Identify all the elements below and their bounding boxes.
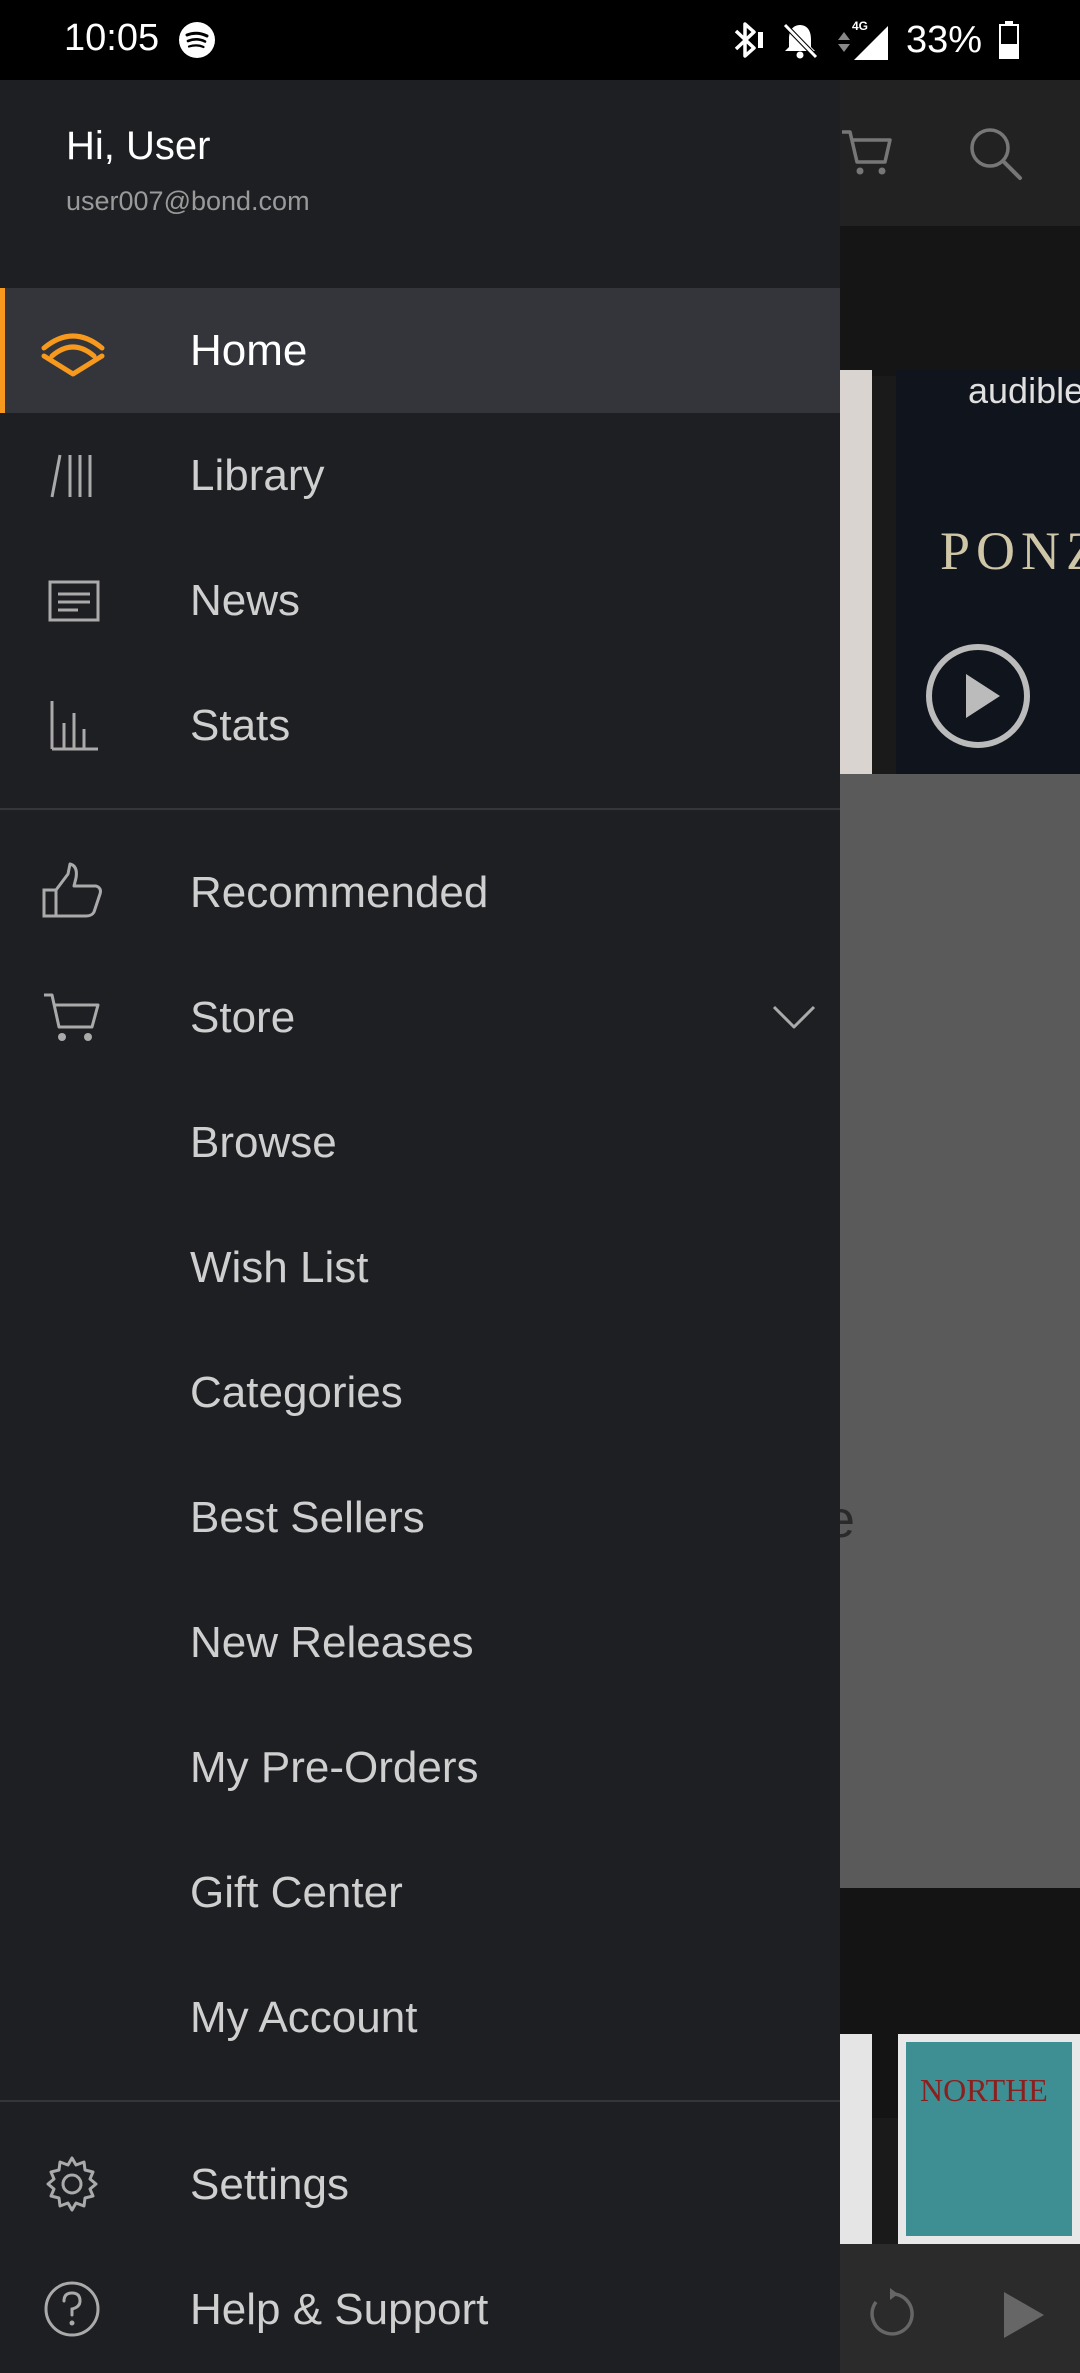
- nav-item-library[interactable]: Library: [0, 413, 840, 538]
- nav-item-label: Recommended: [190, 868, 489, 917]
- bell-off-icon: [783, 23, 818, 59]
- help-icon: [44, 2281, 100, 2337]
- nav-item-label: Settings: [190, 2160, 349, 2209]
- nav-item-pre-orders[interactable]: My Pre-Orders: [0, 1705, 840, 1830]
- status-time: 10:05: [64, 17, 160, 59]
- network-label: 4G: [852, 19, 868, 33]
- nav-item-label: Store: [190, 993, 296, 1042]
- nav-item-label: Wish List: [190, 1243, 369, 1292]
- nav-item-label: My Pre-Orders: [190, 1743, 479, 1792]
- nav-item-my-account[interactable]: My Account: [0, 1955, 840, 2080]
- book-cover-ponzi[interactable]: audible PONZI: [896, 370, 1080, 774]
- cart-icon[interactable]: [838, 124, 894, 180]
- cart-icon: [44, 993, 100, 1041]
- book-title: PONZI: [940, 521, 1080, 581]
- signal-icon: 4G: [837, 19, 888, 60]
- nav-item-label: Browse: [190, 1118, 337, 1167]
- nav-item-label: Library: [190, 451, 325, 500]
- battery-icon: [999, 21, 1019, 59]
- navigation-drawer: Hi, User user007@bond.com Home Library N…: [0, 80, 840, 2373]
- nav-item-new-releases[interactable]: New Releases: [0, 1580, 840, 1705]
- book-cover-northern[interactable]: NORTHE: [898, 2034, 1080, 2244]
- nav-item-recommended[interactable]: Recommended: [0, 830, 840, 955]
- nav-item-label: Home: [190, 326, 308, 375]
- nav-item-help-support[interactable]: Help & Support: [0, 2247, 840, 2372]
- user-greeting: Hi, User: [66, 124, 211, 168]
- nav-item-categories[interactable]: Categories: [0, 1330, 840, 1455]
- divider: [0, 808, 840, 810]
- nav-item-store[interactable]: Store: [0, 955, 840, 1080]
- nav-item-wish-list[interactable]: Wish List: [0, 1205, 840, 1330]
- audible-home-icon: [41, 333, 105, 377]
- nav-item-best-sellers[interactable]: Best Sellers: [0, 1455, 840, 1580]
- bluetooth-icon: [734, 22, 763, 58]
- divider: [0, 2100, 840, 2102]
- rewind-icon[interactable]: [862, 2286, 918, 2342]
- news-icon: [48, 580, 100, 622]
- battery-percent: 33%: [905, 18, 982, 61]
- chevron-down-icon[interactable]: [770, 995, 818, 1039]
- nav-item-label: Best Sellers: [190, 1493, 425, 1542]
- nav-item-label: My Account: [190, 1993, 418, 2042]
- nav-item-news[interactable]: News: [0, 538, 840, 663]
- user-email: user007@bond.com: [66, 186, 310, 216]
- nav-item-gift-center[interactable]: Gift Center: [0, 1830, 840, 1955]
- gear-icon: [46, 2156, 98, 2212]
- nav-item-label: Help & Support: [190, 2285, 489, 2334]
- nav-item-label: News: [190, 576, 301, 625]
- play-circle-icon[interactable]: [924, 642, 1032, 750]
- nav-item-browse[interactable]: Browse: [0, 1080, 840, 1205]
- nav-item-label: Stats: [190, 701, 291, 750]
- drawer-header: Hi, User user007@bond.com: [0, 80, 840, 288]
- thumbs-up-icon: [42, 862, 102, 918]
- search-icon[interactable]: [966, 124, 1024, 182]
- nav-item-label: Categories: [190, 1368, 403, 1417]
- audible-brand-label: audible: [968, 370, 1080, 411]
- nav-item-home[interactable]: Home: [0, 288, 840, 413]
- book-title: NORTHE: [920, 2072, 1048, 2108]
- stats-icon: [50, 701, 98, 751]
- play-icon[interactable]: [1000, 2290, 1046, 2340]
- library-icon: [50, 454, 92, 498]
- book-cover[interactable]: [836, 370, 872, 774]
- nav-item-label: Gift Center: [190, 1868, 403, 1917]
- status-icons: 4G 33%: [730, 14, 1020, 66]
- nav-item-label: New Releases: [190, 1618, 474, 1667]
- nav-item-stats[interactable]: Stats: [0, 663, 840, 788]
- book-cover[interactable]: [836, 2034, 872, 2244]
- status-bar: 10:05 4G 33%: [0, 0, 1080, 80]
- nav-item-settings[interactable]: Settings: [0, 2122, 840, 2247]
- spotify-icon: [179, 22, 215, 58]
